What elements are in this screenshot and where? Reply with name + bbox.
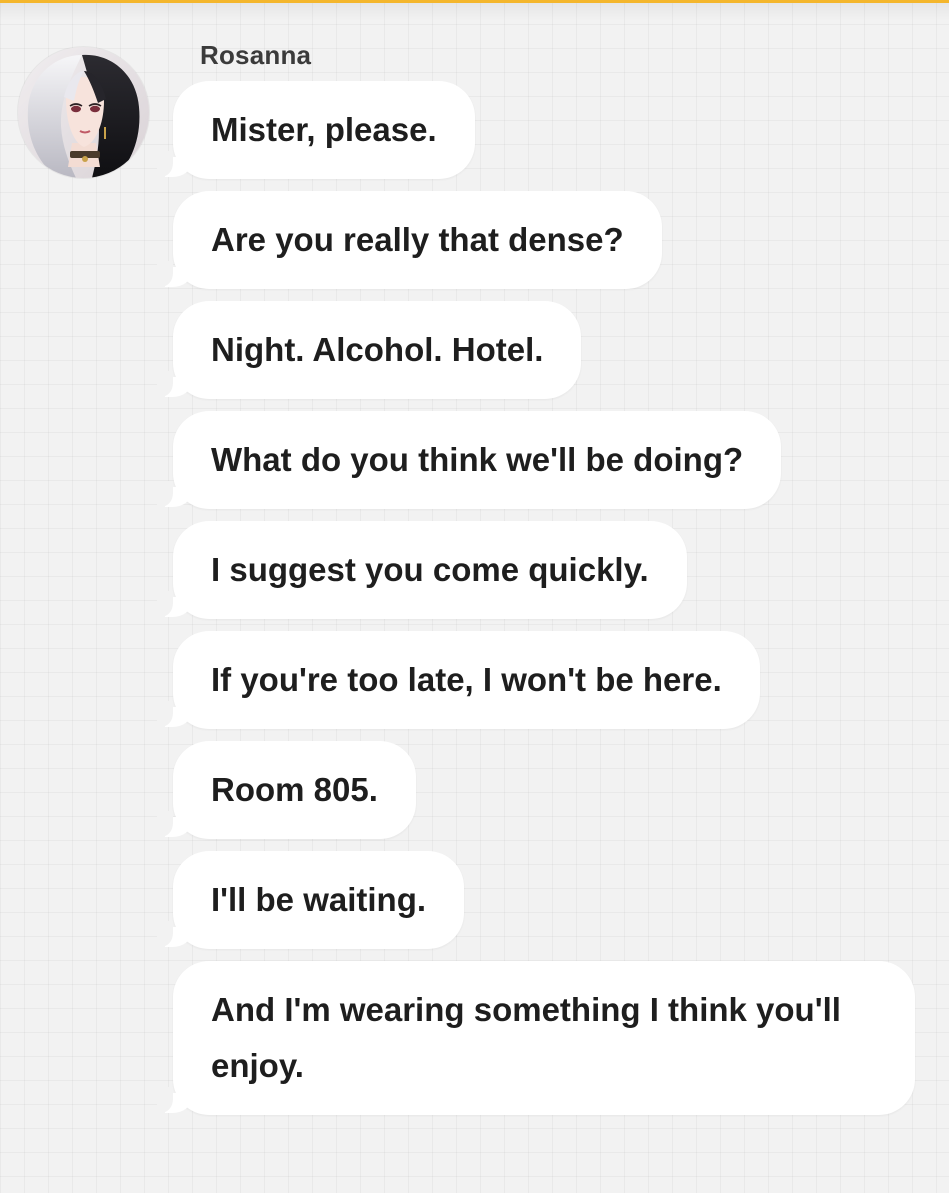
- message-bubble[interactable]: Are you really that dense?: [157, 191, 662, 289]
- sender-avatar[interactable]: [18, 47, 149, 178]
- message-text: Night. Alcohol. Hotel.: [211, 331, 544, 368]
- message-text: Mister, please.: [211, 111, 437, 148]
- message-bubble[interactable]: Night. Alcohol. Hotel.: [156, 301, 582, 399]
- message-bubble[interactable]: And I'm wearing something I think you'll…: [157, 961, 915, 1115]
- sender-name: Rosanna: [200, 40, 312, 70]
- message-bubble[interactable]: What do you think we'll be doing?: [156, 411, 782, 509]
- message-text: And I'm wearing something I think you'll…: [211, 991, 841, 1084]
- message-bubble[interactable]: Mister, please.: [157, 81, 475, 179]
- message-bubble[interactable]: If you're too late, I won't be here.: [157, 631, 760, 729]
- message-bubble[interactable]: Room 805.: [157, 741, 416, 839]
- message-text: Are you really that dense?: [211, 221, 624, 258]
- message-text: I'll be waiting.: [211, 881, 427, 918]
- message-text: I suggest you come quickly.: [211, 551, 649, 588]
- message-bubble[interactable]: I'll be waiting.: [156, 851, 465, 949]
- message-bubble[interactable]: I suggest you come quickly.: [157, 521, 687, 619]
- message-text: What do you think we'll be doing?: [211, 441, 744, 478]
- character-portrait-avatar-icon: [18, 47, 149, 178]
- header-shadow: [0, 3, 949, 21]
- message-text: Room 805.: [211, 771, 378, 808]
- message-text: If you're too late, I won't be here.: [211, 661, 722, 698]
- message-list: Mister, please. Are you really that dens…: [156, 81, 933, 1115]
